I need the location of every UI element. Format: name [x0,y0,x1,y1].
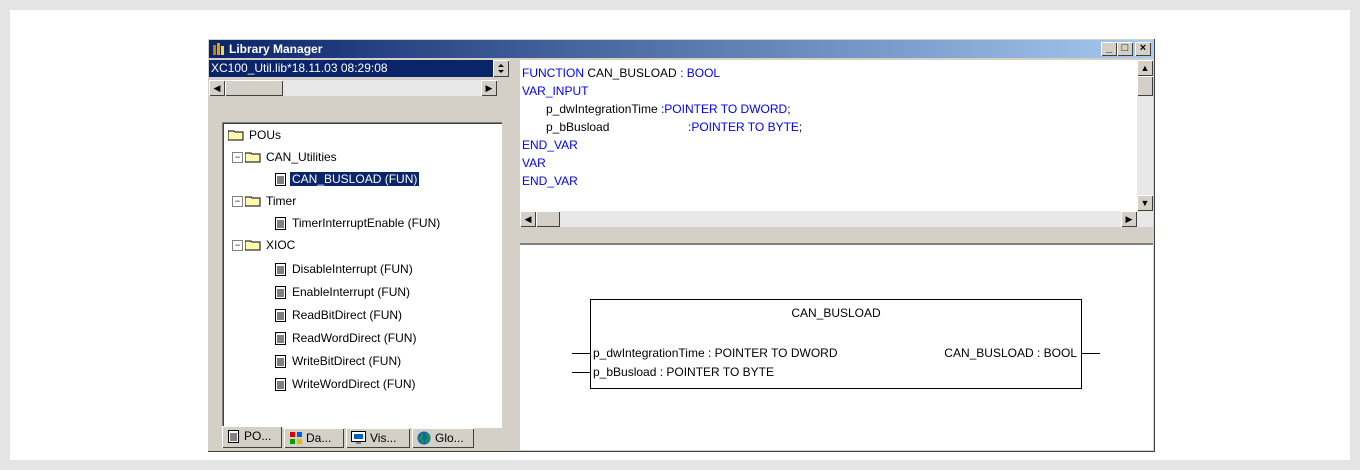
code-line-var2-type: :POINTER TO BYTE; [688,120,803,134]
pou-tree[interactable]: POUs − CAN_Utilities CAN_BUSLOAD (FUN) −… [222,122,502,428]
block-input-2: p_bBusload : POINTER TO BYTE [593,365,774,379]
declaration-editor[interactable]: FUNCTION CAN_BUSLOAD : BOOL VAR_INPUT p_… [520,60,1137,227]
library-manager-icon [213,43,224,55]
code-vscrollbar[interactable]: ▲ ▼ [1137,60,1153,227]
library-select-value: XC100_Util.lib*18.11.03 08:29:08 [211,61,388,75]
scroll-left-icon[interactable]: ◀ [209,80,225,96]
tree-item-disableinterrupt[interactable]: DisableInterrupt (FUN) [275,260,415,278]
tree-item-writebitdirect[interactable]: WriteBitDirect (FUN) [275,352,403,370]
folder-open-icon [245,240,261,251]
folder-open-icon [228,130,244,141]
block-output: CAN_BUSLOAD : BOOL [944,346,1077,360]
code-line-var2-name: p_bBusload [546,120,610,134]
document-icon [275,286,286,300]
tree-item-readworddirect[interactable]: ReadWordDirect (FUN) [275,329,418,347]
function-block-name: CAN_BUSLOAD [791,306,881,320]
graphic-view-pane: CAN_BUSLOAD p_dwIntegrationTime : POINTE… [520,243,1153,450]
scroll-thumb[interactable] [536,211,560,227]
tree-root-pous[interactable]: POUs [228,126,283,144]
title-bar[interactable]: Library Manager _ □ × [209,40,1153,58]
tab-pous[interactable]: PO... [222,426,282,448]
document-icon [275,263,286,277]
code-line-var: VAR [522,156,546,170]
scroll-right-icon[interactable]: ▶ [481,80,497,96]
document-icon [275,173,286,187]
output-pin [1081,353,1100,354]
tree-item-timerinterruptenable[interactable]: TimerInterruptEnable (FUN) [275,214,442,232]
tree-item-can-busload[interactable]: CAN_BUSLOAD (FUN) [275,170,420,188]
document-icon [275,355,286,369]
tree-item-writeworddirect[interactable]: WriteWordDirect (FUN) [275,375,418,393]
library-hscrollbar[interactable]: ◀ ▶ [209,80,497,96]
block-input-1: p_dwIntegrationTime : POINTER TO DWORD [593,346,838,360]
code-line-var1: p_dwIntegrationTime :POINTER TO DWORD; [546,102,791,116]
folder-open-icon [245,196,261,207]
scroll-left-icon[interactable]: ◀ [520,211,536,227]
function-block[interactable]: CAN_BUSLOAD p_dwIntegrationTime : POINTE… [590,299,1082,389]
code-line-var-input: VAR_INPUT [522,84,589,98]
code-line-end-var-2: END_VAR [522,174,578,188]
datatype-icon [290,432,302,444]
tab-visualizations[interactable]: Vis... [346,428,410,448]
collapse-icon[interactable]: − [232,152,243,163]
tree-group-timer[interactable]: Timer [245,192,298,210]
scroll-right-icon[interactable]: ▶ [1121,211,1137,227]
close-button[interactable]: × [1135,42,1151,56]
collapse-icon[interactable]: − [232,196,243,207]
maximize-button[interactable]: □ [1117,42,1133,56]
document-icon [275,378,286,392]
library-select[interactable]: XC100_Util.lib*18.11.03 08:29:08 [209,60,509,77]
window-title: Library Manager [229,42,323,56]
code-hscrollbar[interactable]: ◀ ▶ [520,211,1137,227]
tree-item-enableinterrupt[interactable]: EnableInterrupt (FUN) [275,283,412,301]
folder-open-icon [245,152,261,163]
tree-group-xioc[interactable]: XIOC [245,236,297,254]
document-icon [228,430,239,443]
input-pin-2 [572,372,591,373]
spin-arrows-icon[interactable] [493,60,509,77]
document-icon [275,309,286,323]
minimize-button[interactable]: _ [1101,42,1117,56]
scroll-thumb[interactable] [225,80,283,96]
document-icon [275,332,286,346]
document-icon [275,217,286,231]
collapse-icon[interactable]: − [232,240,243,251]
visualization-icon [351,431,366,444]
tree-group-can-utilities[interactable]: CAN_Utilities [245,148,339,166]
code-line-function: FUNCTION CAN_BUSLOAD : BOOL [522,66,721,80]
library-manager-window: Library Manager _ □ × XC100_Util.lib*18.… [207,38,1155,452]
globe-icon [417,431,431,445]
scroll-thumb[interactable] [1137,76,1153,96]
tree-item-readbitdirect[interactable]: ReadBitDirect (FUN) [275,306,404,324]
input-pin-1 [572,353,591,354]
code-line-end-var: END_VAR [522,138,578,152]
tab-datatypes[interactable]: Da... [284,428,344,448]
scroll-down-icon[interactable]: ▼ [1137,195,1153,211]
scroll-up-icon[interactable]: ▲ [1137,60,1153,76]
tab-global-variables[interactable]: Glo... [412,428,474,448]
